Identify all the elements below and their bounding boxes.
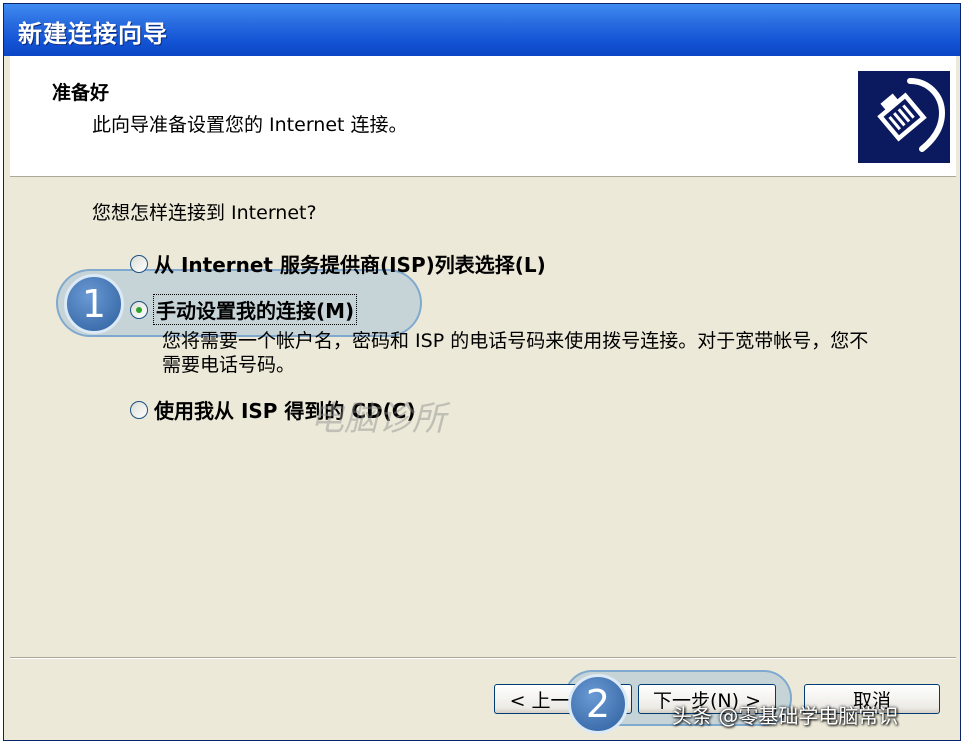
title-bar[interactable]: 新建连接向导 <box>4 4 960 56</box>
step-badge-1: 1 <box>64 274 124 334</box>
connection-question: 您想怎样连接到 Internet? <box>92 202 317 224</box>
manual-option-description: 您将需要一个帐户名，密码和 ISP 的电话号码来使用拨号连接。对于宽带帐号，您不… <box>162 330 869 376</box>
wizard-window: 新建连接向导 准备好 此向导准备设置您的 Internet 连接。 您想怎样连接… <box>3 3 961 741</box>
radio-button-selected[interactable] <box>130 300 148 319</box>
separator-line <box>10 657 956 659</box>
radio-option-isp-list[interactable]: 从 Internet 服务提供商(ISP)列表选择(L) <box>130 249 546 278</box>
network-cable-icon <box>858 71 950 163</box>
wizard-header: 准备好 此向导准备设置您的 Internet 连接。 <box>10 56 956 177</box>
radio-button[interactable] <box>130 400 148 419</box>
step-badge-2: 2 <box>568 674 628 734</box>
wizard-content: 您想怎样连接到 Internet? 1 从 Internet 服务提供商(ISP… <box>4 177 960 657</box>
footer-watermark: 头条 @零基础学电脑常识 <box>672 704 899 728</box>
radio-option-manual[interactable]: 手动设置我的连接(M) <box>130 294 358 325</box>
radio-button[interactable] <box>130 254 148 273</box>
window-title: 新建连接向导 <box>18 20 168 48</box>
header-description: 此向导准备设置您的 Internet 连接。 <box>92 114 408 136</box>
radio-label: 从 Internet 服务提供商(ISP)列表选择(L) <box>154 253 546 277</box>
watermark-text: 电脑诊所 <box>310 399 446 439</box>
radio-label: 手动设置我的连接(M) <box>152 294 358 325</box>
header-title: 准备好 <box>52 82 110 104</box>
